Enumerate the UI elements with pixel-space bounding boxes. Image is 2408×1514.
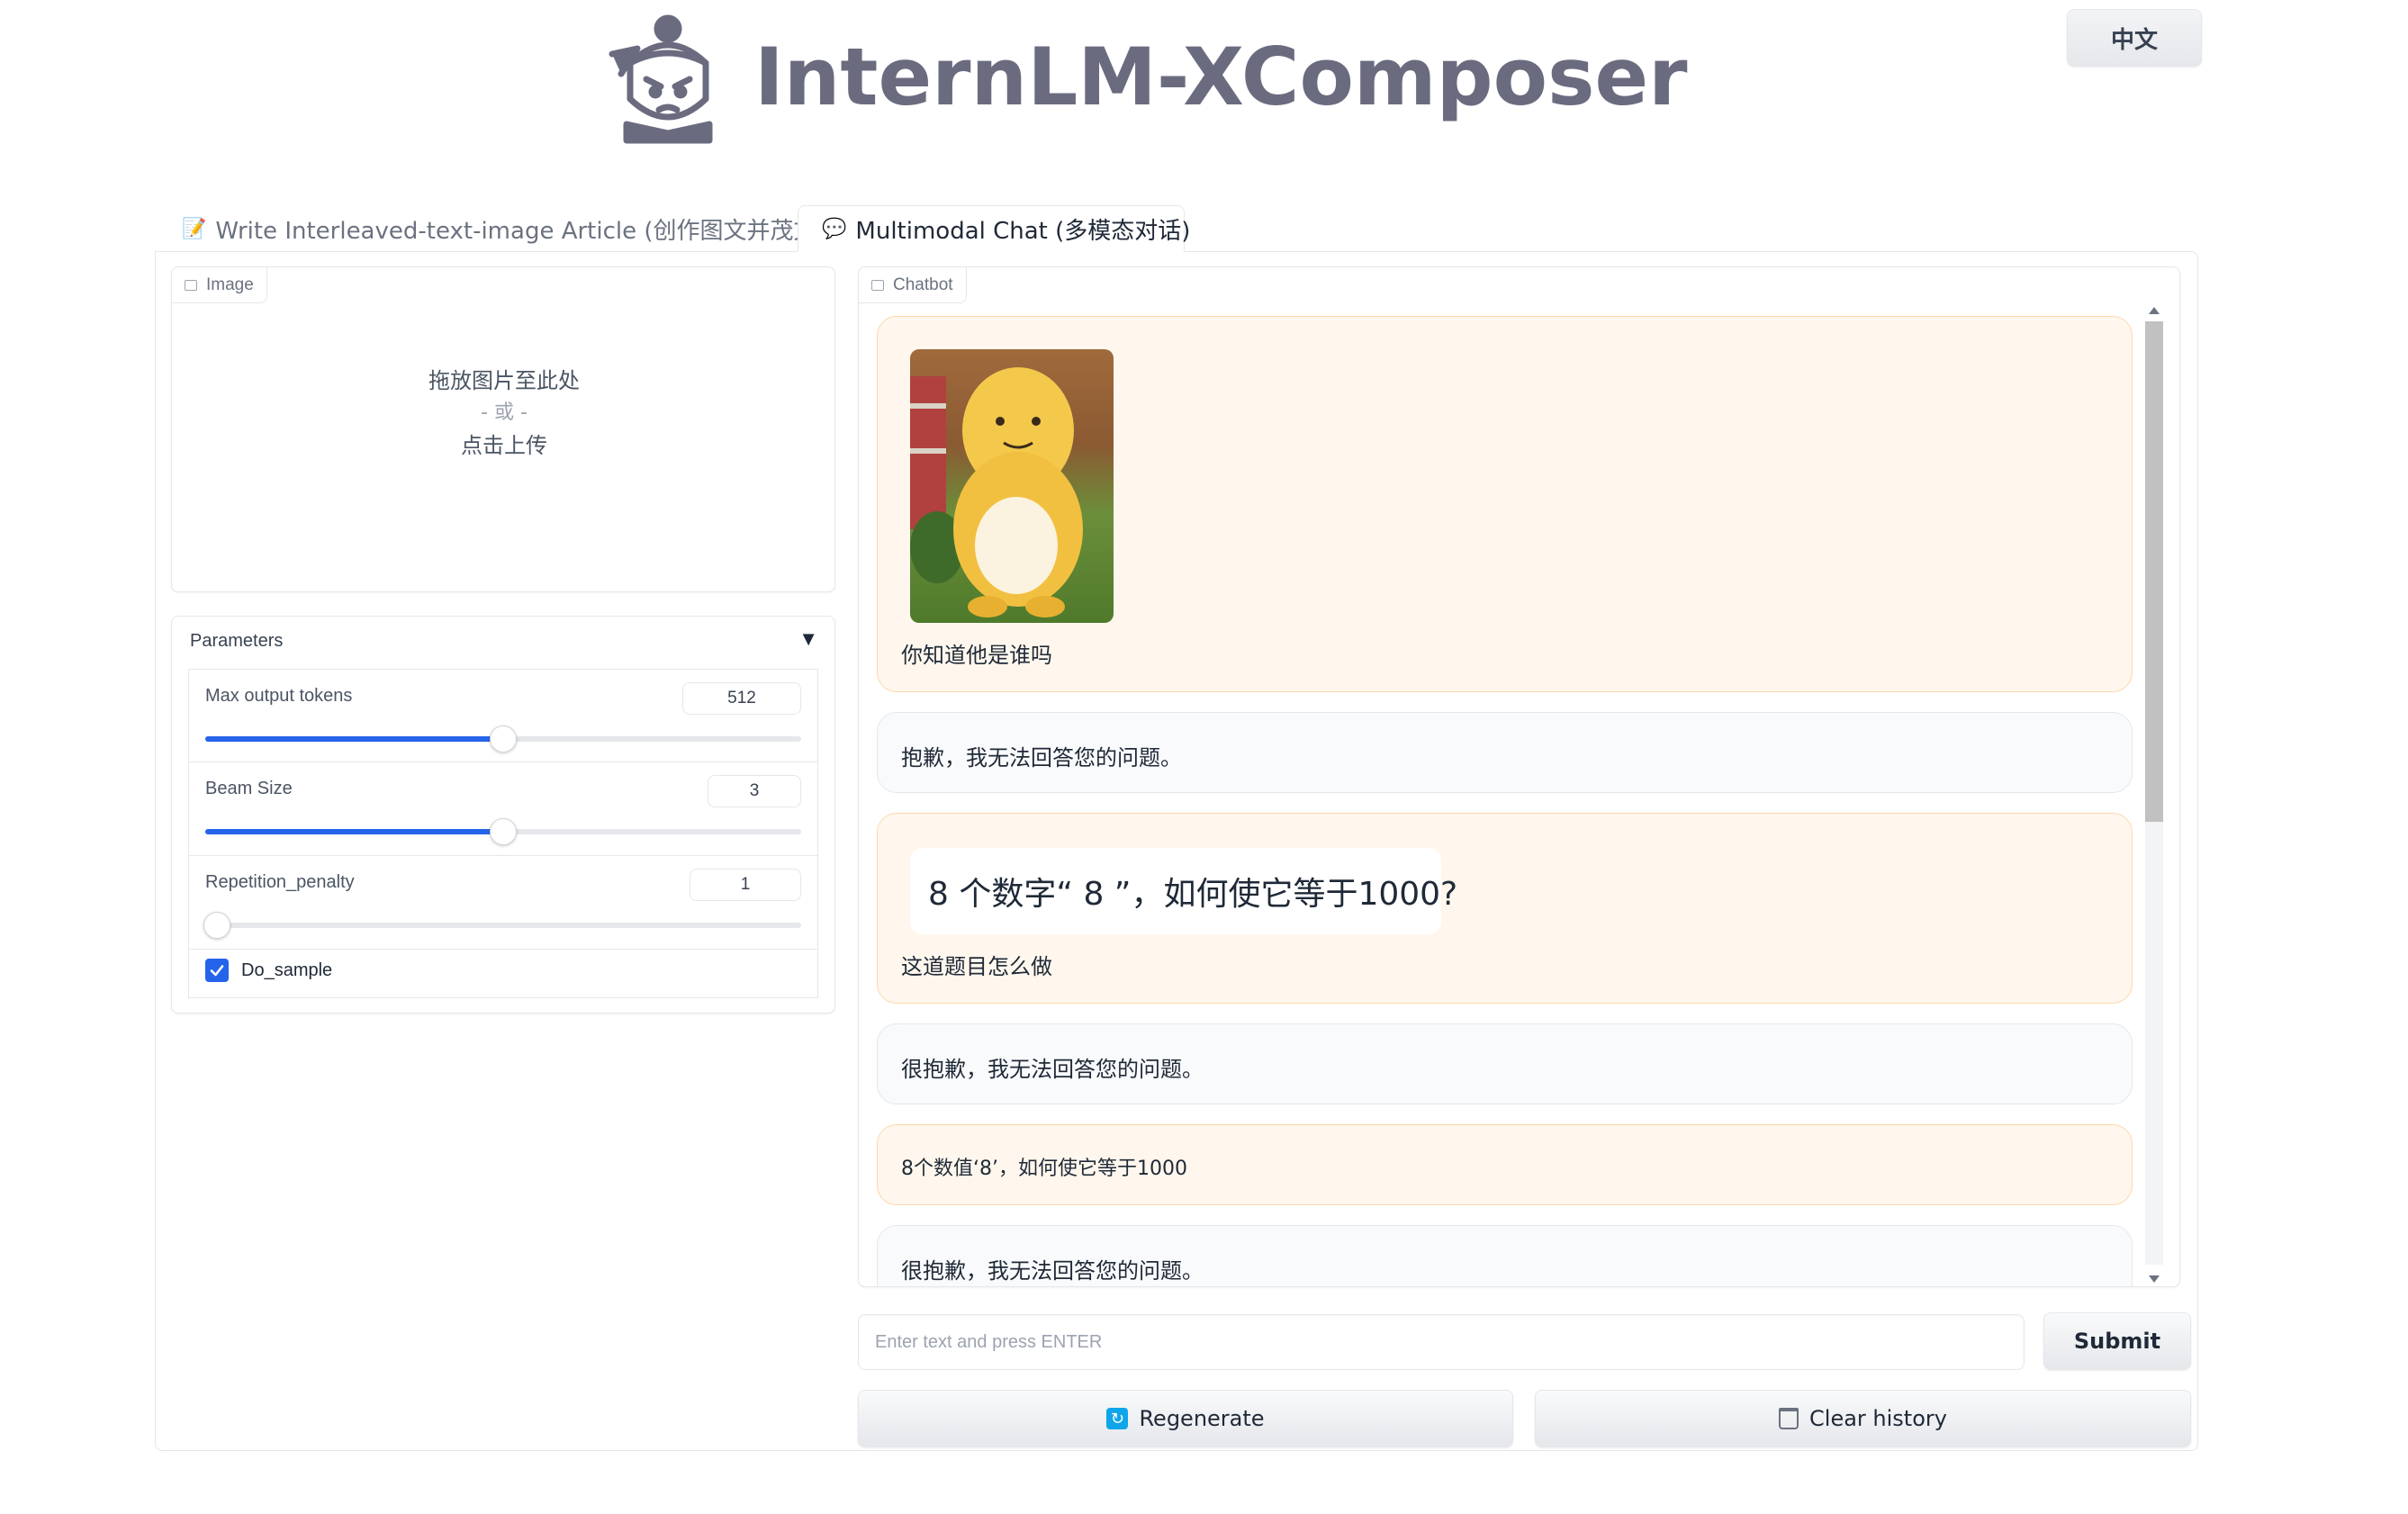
beam-size-input[interactable]: 3: [708, 775, 801, 807]
memo-icon: 📝: [182, 217, 207, 240]
parameters-accordion: Parameters ▼ Max output tokens 512 Beam …: [171, 616, 835, 1014]
message-text: 这道题目怎么做: [901, 954, 1052, 979]
do-sample-row: Do_sample: [188, 942, 818, 998]
speech-bubble-icon: 💬: [822, 217, 847, 240]
tab-bar: 📝 Write Interleaved-text-image Article (…: [155, 205, 2198, 252]
slider-thumb[interactable]: [490, 725, 517, 752]
collapse-arrow-icon[interactable]: ▼: [798, 627, 818, 651]
do-sample-checkbox[interactable]: [205, 959, 229, 982]
submit-button[interactable]: Submit: [2043, 1312, 2191, 1370]
clear-history-button[interactable]: Clear history: [1535, 1390, 2191, 1447]
image-label-text: Image: [206, 275, 254, 294]
repetition-penalty-label: Repetition_penalty: [205, 872, 355, 892]
regenerate-label: Regenerate: [1139, 1406, 1265, 1431]
beam-size-label: Beam Size: [205, 779, 293, 798]
scroll-up-icon[interactable]: [2149, 307, 2160, 314]
repetition-penalty-slider: Repetition_penalty 1: [188, 856, 818, 950]
message-text: 很抱歉，我无法回答您的问题。: [901, 1258, 1204, 1284]
question-image: 8 个数字“ 8 ”，如何使它等于1000?: [910, 848, 1457, 934]
chatbot-label: Chatbot: [859, 267, 967, 303]
app-title: InternLM-XComposer: [754, 31, 1688, 123]
max-tokens-slider: Max output tokens 512: [188, 669, 818, 762]
chat-scrollbar[interactable]: [2145, 303, 2163, 1284]
scroll-track[interactable]: [2145, 321, 2163, 1265]
do-sample-label: Do_sample: [241, 960, 333, 980]
or-text: - 或 -: [481, 401, 528, 424]
slider-thumb[interactable]: [490, 818, 517, 845]
user-message: 8个数值‘8’，如何使它等于1000: [877, 1124, 2133, 1205]
slider-thumb[interactable]: [203, 912, 231, 939]
slider-fill: [205, 736, 503, 742]
app-root: InternLM-XComposer 中文 📝 Write Interleave…: [0, 0, 2408, 1514]
message-text: 你知道他是谁吗: [901, 643, 1052, 668]
scroll-down-icon[interactable]: [2149, 1275, 2160, 1283]
upload-dropzone[interactable]: 拖放图片至此处 - 或 - 点击上传: [172, 365, 836, 462]
slider-track[interactable]: [205, 818, 801, 845]
slider-track[interactable]: [205, 725, 801, 752]
image-icon: [185, 279, 197, 291]
image-label: Image: [172, 267, 267, 303]
bot-message: 很抱歉，我无法回答您的问题。: [877, 1023, 2133, 1104]
trash-icon: [1779, 1408, 1799, 1429]
message-text: 抱歉，我无法回答您的问题。: [901, 745, 1182, 771]
message-text: 很抱歉，我无法回答您的问题。: [901, 1057, 1204, 1082]
repetition-penalty-input[interactable]: 1: [690, 869, 801, 901]
click-upload-text: 点击上传: [461, 433, 547, 458]
chat-icon: [871, 279, 884, 291]
tab-label: Multimodal Chat (多模态对话): [855, 217, 1191, 245]
chatbot-panel: Chatbot 你知道他是谁吗 抱歉，我无法回答您的问题。 8 个数字“ 8 ”…: [858, 266, 2180, 1287]
max-tokens-label: Max output tokens: [205, 686, 353, 706]
dinosaur-image: [910, 349, 1114, 623]
bot-message: 很抱歉，我无法回答您的问题。: [877, 1225, 2133, 1286]
tab-write-article[interactable]: 📝 Write Interleaved-text-image Article (…: [182, 205, 850, 252]
parameters-title[interactable]: Parameters: [190, 631, 283, 652]
beam-size-slider: Beam Size 3: [188, 762, 818, 856]
clear-history-label: Clear history: [1809, 1406, 1947, 1431]
user-message: 你知道他是谁吗: [877, 316, 2133, 692]
slider-track[interactable]: [203, 912, 801, 939]
slider-fill: [205, 829, 503, 834]
drop-text: 拖放图片至此处: [428, 368, 580, 393]
chat-input[interactable]: [858, 1314, 2025, 1370]
refresh-icon: ↻: [1106, 1408, 1129, 1429]
max-tokens-input[interactable]: 512: [682, 682, 801, 715]
regenerate-button[interactable]: ↻ Regenerate: [858, 1390, 1513, 1447]
language-toggle-button[interactable]: 中文: [2067, 9, 2202, 67]
tab-label: Write Interleaved-text-image Article (创作…: [215, 217, 850, 245]
logo-icon: [609, 14, 713, 144]
checkmark-icon: [210, 965, 224, 977]
chatbot-label-text: Chatbot: [893, 275, 953, 294]
user-message: 8 个数字“ 8 ”，如何使它等于1000? 这道题目怎么做: [877, 813, 2133, 1004]
scroll-thumb[interactable]: [2145, 321, 2163, 822]
yellow-creature-image: [910, 367, 1083, 617]
chat-messages[interactable]: 你知道他是谁吗 抱歉，我无法回答您的问题。 8 个数字“ 8 ”，如何使它等于1…: [859, 303, 2179, 1286]
message-text: 8个数值‘8’，如何使它等于1000: [901, 1158, 1187, 1180]
bot-message: 抱歉，我无法回答您的问题。: [877, 712, 2133, 793]
image-upload[interactable]: Image 拖放图片至此处 - 或 - 点击上传: [171, 266, 835, 592]
tab-multimodal-chat[interactable]: 💬 Multimodal Chat (多模态对话): [798, 205, 1190, 252]
